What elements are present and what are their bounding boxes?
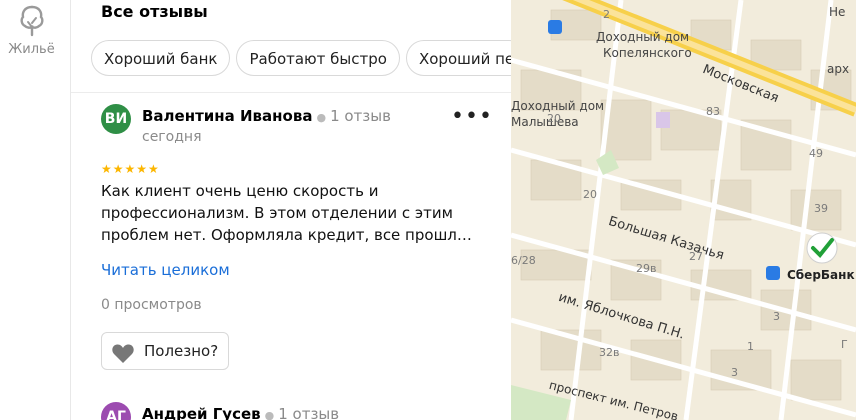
rating-stars: ★★★★★ bbox=[101, 162, 160, 176]
house-number: 27 bbox=[689, 250, 703, 263]
map[interactable]: Доходный дом Копелянского Доходный дом М… bbox=[511, 0, 856, 420]
heart-icon bbox=[112, 344, 134, 363]
separator-dot: ● bbox=[264, 409, 275, 420]
review-author: Валентина Иванова ● 1 отзыв bbox=[142, 107, 391, 125]
useful-label: Полезно? bbox=[144, 342, 219, 360]
reviews-panel: Все отзывы Хороший банк Работают быстро Хо… bbox=[71, 0, 511, 420]
map-poi-label[interactable]: Доходный дом bbox=[511, 99, 604, 113]
review-date: сегодня bbox=[142, 129, 202, 145]
divider bbox=[71, 92, 511, 93]
tag-chip[interactable]: Хороший банк bbox=[91, 40, 231, 76]
read-more-link[interactable]: Читать целиком bbox=[101, 261, 230, 279]
house-number: 49 bbox=[809, 147, 823, 160]
house-number: 39 bbox=[814, 202, 828, 215]
review-text: Как клиент очень ценю скорость и професс… bbox=[101, 182, 472, 244]
more-options-icon[interactable]: ••• bbox=[451, 106, 493, 128]
rail-item-housing-label: Жильё bbox=[8, 42, 55, 57]
tag-chip[interactable]: Работают быстро bbox=[236, 40, 400, 76]
author-review-count: 1 отзыв bbox=[278, 405, 340, 420]
avatar[interactable]: ВИ bbox=[101, 104, 131, 134]
map-poi-label[interactable]: Не bbox=[829, 5, 845, 19]
house-number: 3 bbox=[731, 366, 738, 379]
tag-chip[interactable]: Хороший пе bbox=[405, 40, 511, 76]
house-number: 1 bbox=[747, 340, 754, 353]
house-number: 2 bbox=[603, 8, 610, 21]
map-poi-label[interactable]: Копелянского bbox=[603, 46, 692, 60]
author-name[interactable]: Валентина Иванова bbox=[142, 107, 312, 125]
separator-dot: ● bbox=[316, 111, 327, 124]
map-canvas bbox=[511, 0, 856, 420]
sberbank-label[interactable]: СберБанк bbox=[787, 268, 855, 282]
review-author: Андрей Гусев ● 1 отзыв bbox=[142, 405, 339, 420]
rail-item-housing[interactable]: Жильё bbox=[0, 0, 70, 70]
house-number: 83 bbox=[706, 105, 720, 118]
review-tags: Хороший банк Работают быстро Хороший пе bbox=[91, 40, 511, 78]
house-number: 6/28 bbox=[511, 254, 536, 267]
house-number: 29в bbox=[636, 262, 657, 275]
house-number: 3 bbox=[773, 310, 780, 323]
house-number: 32в bbox=[599, 346, 620, 359]
left-rail: Жильё bbox=[0, 0, 71, 420]
house-number: 20 bbox=[547, 112, 561, 125]
page-title: Все отзывы bbox=[101, 2, 208, 21]
avatar[interactable]: АГ bbox=[101, 402, 131, 420]
tree-icon bbox=[20, 5, 44, 37]
map-poi-label[interactable]: Малышева bbox=[511, 115, 579, 129]
views-count: 0 просмотров bbox=[101, 297, 202, 313]
useful-button[interactable]: Полезно? bbox=[101, 332, 229, 370]
map-poi-label[interactable]: Доходный дом bbox=[596, 30, 689, 44]
house-number: 20 bbox=[583, 188, 597, 201]
house-number: Г bbox=[841, 338, 848, 351]
author-name[interactable]: Андрей Гусев bbox=[142, 405, 261, 420]
map-poi-label[interactable]: арх bbox=[827, 62, 849, 76]
author-review-count: 1 отзыв bbox=[330, 107, 391, 125]
